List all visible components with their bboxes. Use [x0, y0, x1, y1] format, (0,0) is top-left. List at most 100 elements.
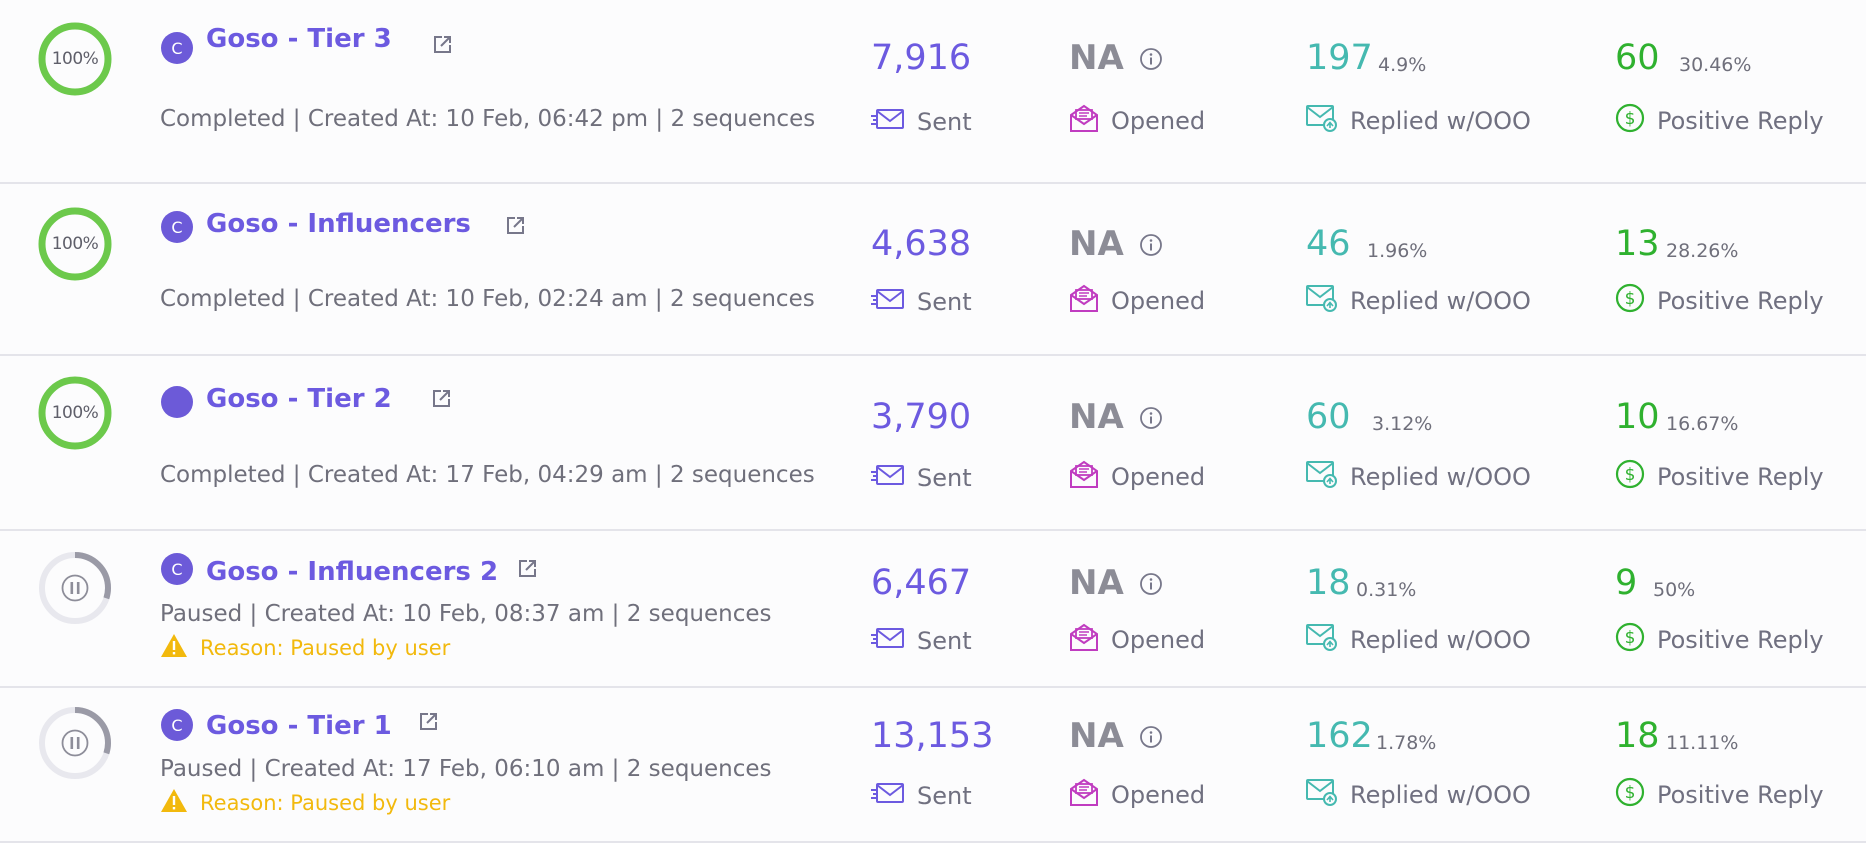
sent-count: 6,467: [871, 563, 972, 603]
opened-count: NA: [1069, 563, 1124, 603]
opened-mail-icon: [1069, 459, 1111, 495]
opened-label: Opened: [1069, 777, 1205, 813]
dollar-icon: $: [1615, 777, 1657, 813]
reply-mail-icon: [1306, 623, 1350, 657]
pause-reason: Reason: Paused by user: [160, 633, 450, 663]
replied-label: Replied w/OOO: [1306, 778, 1531, 812]
svg-text:$: $: [1625, 289, 1636, 309]
pause-reason: Reason: Paused by user: [160, 788, 450, 818]
progress-ring: 100%: [37, 21, 113, 97]
positive-label: $ Positive Reply: [1615, 103, 1824, 139]
positive-percent: 28.26%: [1666, 240, 1739, 262]
opened-label: Opened: [1069, 622, 1205, 658]
opened-label: Opened: [1069, 283, 1205, 319]
reply-mail-icon: [1306, 284, 1350, 318]
opened-mail-icon: [1069, 103, 1111, 139]
campaign-row[interactable]: C Goso - Influencers 2 Paused | Created A…: [0, 531, 1866, 688]
replied-percent: 3.12%: [1372, 413, 1433, 435]
positive-label: $ Positive Reply: [1615, 622, 1824, 658]
opened-label: Opened: [1069, 459, 1205, 495]
dollar-icon: $: [1615, 459, 1657, 495]
pause-icon[interactable]: [61, 729, 89, 757]
progress-ring: 100%: [37, 206, 113, 282]
sent-count: 3,790: [871, 397, 972, 437]
campaign-name-link[interactable]: Goso - Tier 3: [206, 24, 392, 54]
warning-icon: [160, 633, 200, 663]
campaign-name-link[interactable]: Goso - Influencers: [206, 209, 471, 239]
campaign-row[interactable]: C Goso - Tier 1 Paused | Created At: 17 F…: [0, 688, 1866, 843]
svg-text:$: $: [1625, 783, 1636, 803]
campaign-meta: Paused | Created At: 17 Feb, 06:10 am | …: [160, 756, 772, 782]
reply-mail-icon: [1306, 104, 1350, 138]
replied-label: Replied w/OOO: [1306, 104, 1531, 138]
replied-label: Replied w/OOO: [1306, 460, 1531, 494]
positive-percent: 50%: [1653, 579, 1696, 601]
sent-count: 4,638: [871, 224, 972, 264]
progress-label: 100%: [51, 49, 99, 69]
avatar: C: [161, 709, 193, 741]
avatar: C: [161, 211, 193, 243]
sent-label: Sent: [871, 462, 972, 494]
positive-label: $ Positive Reply: [1615, 459, 1824, 495]
info-icon[interactable]: [1139, 233, 1163, 257]
sent-mail-icon: [871, 462, 917, 494]
external-link-icon[interactable]: [430, 388, 452, 410]
avatar: C: [161, 553, 193, 585]
positive-count: 13: [1615, 224, 1660, 264]
progress-ring: [37, 705, 113, 781]
external-link-icon[interactable]: [431, 34, 453, 56]
replied-percent: 0.31%: [1356, 579, 1417, 601]
reply-mail-icon: [1306, 778, 1350, 812]
replied-label: Replied w/OOO: [1306, 284, 1531, 318]
external-link-icon[interactable]: [516, 558, 538, 580]
progress-ring: 100%: [37, 375, 113, 451]
sent-label: Sent: [871, 286, 972, 318]
sent-label: Sent: [871, 106, 972, 138]
opened-mail-icon: [1069, 777, 1111, 813]
sent-mail-icon: [871, 106, 917, 138]
replied-count: 18: [1306, 563, 1351, 603]
sent-label: Sent: [871, 780, 972, 812]
campaign-meta: Paused | Created At: 10 Feb, 08:37 am | …: [160, 601, 772, 627]
positive-percent: 30.46%: [1679, 54, 1752, 76]
replied-label: Replied w/OOO: [1306, 623, 1531, 657]
progress-label: 100%: [51, 234, 99, 254]
campaign-meta: Completed | Created At: 17 Feb, 04:29 am…: [160, 462, 815, 488]
campaign-name-link[interactable]: Goso - Tier 2: [206, 384, 392, 414]
external-link-icon[interactable]: [504, 215, 526, 237]
avatar: C: [161, 32, 193, 64]
info-icon[interactable]: [1139, 47, 1163, 71]
positive-percent: 11.11%: [1666, 732, 1739, 754]
opened-count: NA: [1069, 716, 1124, 756]
info-icon[interactable]: [1139, 725, 1163, 749]
svg-text:$: $: [1625, 465, 1636, 485]
opened-count: NA: [1069, 224, 1124, 264]
sent-mail-icon: [871, 286, 917, 318]
campaign-list: 100% C Goso - Tier 3 Completed | Created …: [0, 0, 1866, 843]
opened-mail-icon: [1069, 283, 1111, 319]
campaign-name-link[interactable]: Goso - Influencers 2: [206, 557, 498, 587]
campaign-meta: Completed | Created At: 10 Feb, 06:42 pm…: [160, 106, 816, 132]
campaign-row[interactable]: 100% C Goso - Tier 3 Completed | Created …: [0, 0, 1866, 184]
dollar-icon: $: [1615, 103, 1657, 139]
info-icon[interactable]: [1139, 406, 1163, 430]
reply-mail-icon: [1306, 460, 1350, 494]
pause-icon[interactable]: [61, 574, 89, 602]
dollar-icon: $: [1615, 622, 1657, 658]
campaign-name-link[interactable]: Goso - Tier 1: [206, 711, 392, 741]
progress-label: 100%: [51, 403, 99, 423]
info-icon[interactable]: [1139, 572, 1163, 596]
campaign-row[interactable]: 100% C Goso - Influencers Completed | Cre…: [0, 184, 1866, 356]
positive-count: 60: [1615, 38, 1660, 78]
campaign-row[interactable]: 100% Goso - Tier 2 Completed | Created A…: [0, 356, 1866, 531]
dollar-icon: $: [1615, 283, 1657, 319]
positive-count: 10: [1615, 397, 1660, 437]
positive-label: $ Positive Reply: [1615, 777, 1824, 813]
positive-count: 18: [1615, 716, 1660, 756]
positive-percent: 16.67%: [1666, 413, 1739, 435]
external-link-icon[interactable]: [417, 711, 439, 733]
replied-count: 197: [1306, 38, 1373, 78]
opened-count: NA: [1069, 397, 1124, 437]
opened-mail-icon: [1069, 622, 1111, 658]
sent-mail-icon: [871, 780, 917, 812]
